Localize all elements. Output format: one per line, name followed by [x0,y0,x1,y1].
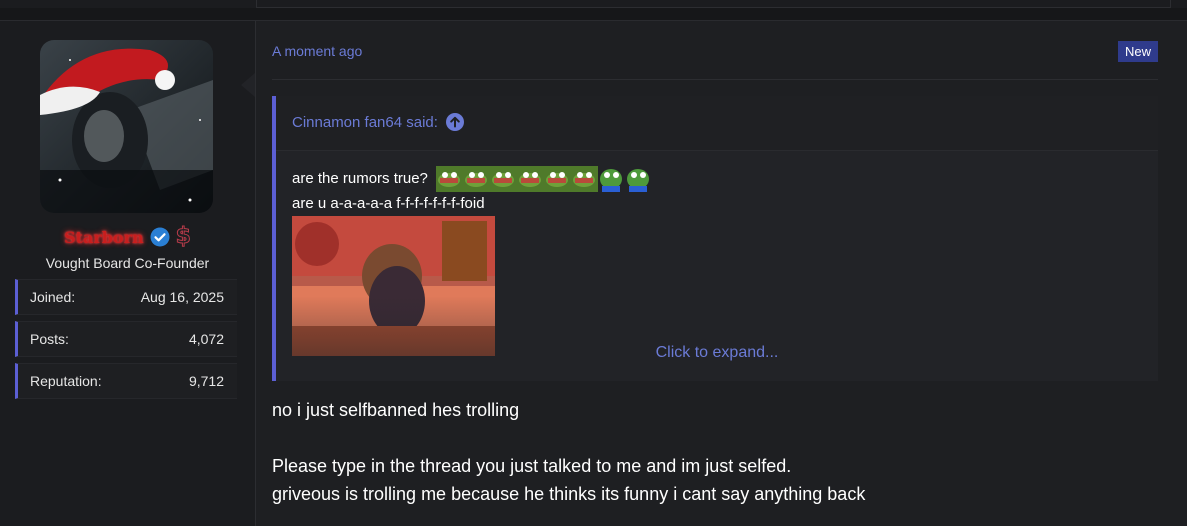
arrow-up-circle-icon[interactable] [445,113,464,131]
forum-post: Starborn $ Vought Board Co-Founder Joine… [0,20,1187,526]
post-pointer-arrow [241,73,255,97]
stat-value: Aug 16, 2025 [140,289,224,305]
quote-line-1: are the rumors true? [292,166,653,192]
pepe-emoji-icon [598,166,626,192]
user-title: Vought Board Co-Founder [45,255,210,271]
quote-author-link[interactable]: Cinnamon fan64 said: [292,113,464,131]
stat-value: 9,712 [188,373,224,389]
post-message: no i just selfbanned hes trolling Please… [272,396,865,508]
previous-post-edge [0,0,1187,8]
quote-line-1-text: are the rumors true? [292,169,428,187]
username-row: Starborn $ [0,222,255,252]
pepe-emoji-icon [463,166,491,192]
username[interactable]: Starborn [64,228,144,247]
quote-text: are the rumors true? are u a-a-a-a-a f-f… [292,166,653,216]
message-line-2: Please type in the thread you just talke… [272,456,792,476]
pepe-emoji-icon [490,166,518,192]
quote-block: Cinnamon fan64 said: are the rumors true… [272,96,1158,381]
stat-posts: Posts: 4,072 [15,321,237,357]
pepe-emoji-icon [571,166,599,192]
new-badge: New [1118,41,1158,62]
pepe-emoji-icon [544,166,572,192]
quote-author[interactable]: Cinnamon fan64 said: [292,114,438,131]
expand-fade [276,296,1158,376]
pepe-emoji-icon [625,166,653,192]
pepe-emoji-icon [436,166,464,192]
stat-reputation: Reputation: 9,712 [15,363,237,399]
stat-label: Posts: [30,331,69,347]
avatar[interactable] [40,40,213,213]
stat-label: Joined: [30,289,76,305]
message-line-1: no i just selfbanned hes trolling [272,400,520,420]
pepe-emoji-row [436,166,653,192]
message-line-3: griveous is trolling me because he think… [272,484,866,504]
quote-line-2: are u a-a-a-a-a f-f-f-f-f-f-f-foid [292,195,485,212]
verified-check-icon [150,227,170,247]
dollar-badge-icon: $ [175,224,191,249]
stat-joined: Joined: Aug 16, 2025 [15,279,237,315]
user-info-column: Starborn $ Vought Board Co-Founder Joine… [0,21,256,526]
stat-label: Reputation: [30,373,102,389]
header-divider [272,79,1158,80]
post-timestamp[interactable]: A moment ago [272,43,362,59]
stat-value: 4,072 [188,331,224,347]
pepe-emoji-icon [517,166,545,192]
quote-header: Cinnamon fan64 said: [276,96,1158,151]
click-to-expand-link[interactable]: Click to expand... [276,344,1158,362]
